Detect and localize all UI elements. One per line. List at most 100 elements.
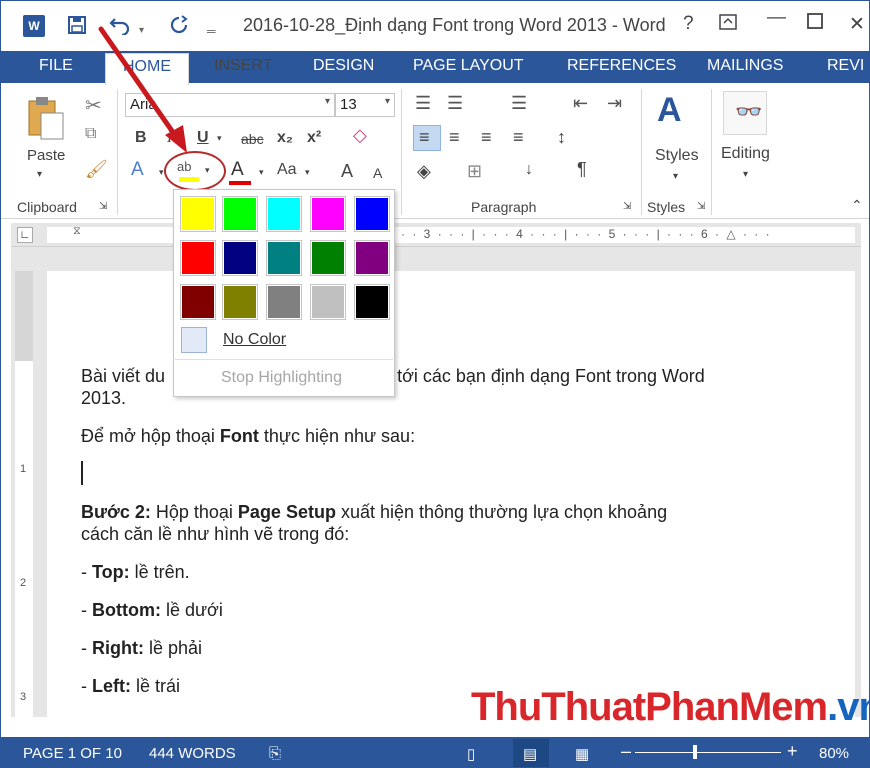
ribbon-display-options-icon[interactable]	[719, 13, 737, 37]
tab-file[interactable]: FILE	[39, 57, 73, 75]
list-item[interactable]: - Bottom: lề dưới	[81, 599, 223, 621]
tab-review[interactable]: REVI	[827, 57, 864, 75]
color-swatch[interactable]	[180, 240, 216, 276]
align-center-icon[interactable]: ≡	[449, 127, 460, 148]
zoom-level[interactable]: 80%	[819, 745, 849, 762]
divider	[401, 89, 402, 215]
color-swatch[interactable]	[180, 284, 216, 320]
clear-formatting-icon[interactable]: ◇	[353, 125, 367, 146]
paragraph-intro-line2[interactable]: 2013.	[81, 387, 126, 409]
styles-dropdown-icon[interactable]: ▾	[673, 171, 678, 182]
font-color-button[interactable]: A	[231, 159, 244, 181]
word-logo-icon[interactable]: W	[23, 15, 45, 37]
format-painter-icon[interactable]: 🖌	[85, 159, 108, 180]
save-icon[interactable]	[67, 15, 87, 39]
bold-text: Page Setup	[237, 502, 336, 522]
font-color-dropdown-icon[interactable]: ▾	[259, 167, 264, 178]
styles-icon[interactable]: A	[657, 91, 682, 130]
color-swatch[interactable]	[266, 196, 302, 232]
proofing-icon[interactable]: ⎘	[269, 745, 281, 762]
justify-icon[interactable]: ≡	[513, 127, 524, 148]
editing-button[interactable]: Editing	[721, 145, 770, 163]
numbering-icon[interactable]: ☰	[447, 93, 463, 114]
list-item[interactable]: - Right: lề phải	[81, 637, 202, 659]
list-item[interactable]: - Left: lề trái	[81, 675, 180, 697]
collapse-ribbon-icon[interactable]: ⌃	[851, 197, 863, 214]
zoom-in-button[interactable]: +	[787, 741, 798, 762]
paragraph-step2[interactable]: Bước 2: Hộp thoại Page Setup xuất hiện t…	[81, 501, 667, 523]
bold-text: Font	[219, 426, 259, 446]
tab-selector-icon[interactable]: ∟	[17, 227, 33, 243]
paste-label[interactable]: Paste	[27, 147, 65, 164]
underline-dropdown-icon[interactable]: ▾	[217, 133, 222, 144]
list-item[interactable]: - Top: lề trên.	[81, 561, 190, 583]
no-color-option[interactable]: No Color	[223, 331, 286, 349]
tab-references[interactable]: REFERENCES	[567, 57, 676, 75]
tab-design[interactable]: DESIGN	[313, 57, 374, 75]
color-swatch[interactable]	[310, 240, 346, 276]
color-swatch[interactable]	[266, 284, 302, 320]
change-case-button[interactable]: Aa	[277, 161, 297, 179]
help-button[interactable]: ?	[683, 13, 694, 35]
paste-icon[interactable]	[27, 95, 67, 148]
zoom-slider-track[interactable]	[635, 752, 781, 753]
paragraph-font-dialog[interactable]: Để mở hộp thoại Font thực hiện như sau:	[81, 425, 415, 447]
sort-icon[interactable]: ↓	[525, 161, 533, 179]
web-layout-icon[interactable]: ▦	[575, 745, 589, 763]
line-spacing-icon[interactable]: ↕	[557, 127, 566, 148]
bullets-icon[interactable]: ☰	[415, 93, 431, 114]
maximize-icon[interactable]	[807, 13, 823, 35]
color-swatch[interactable]	[354, 284, 390, 320]
color-swatch[interactable]	[180, 196, 216, 232]
paste-dropdown-icon[interactable]: ▾	[37, 169, 42, 180]
decrease-indent-icon[interactable]: ⇤	[573, 93, 588, 114]
zoom-slider-thumb[interactable]	[693, 745, 697, 759]
tab-mailings[interactable]: MAILINGS	[707, 57, 783, 75]
no-color-swatch[interactable]	[181, 327, 207, 353]
increase-indent-icon[interactable]: ⇥	[607, 93, 622, 114]
print-layout-icon: ▤	[523, 746, 538, 763]
minimize-icon[interactable]: —	[767, 7, 786, 29]
color-swatch[interactable]	[354, 240, 390, 276]
close-icon[interactable]: ✕	[849, 13, 865, 36]
strikethrough-button[interactable]: abc	[241, 131, 264, 147]
editing-dropdown-icon[interactable]: ▾	[743, 169, 748, 180]
color-swatch[interactable]	[222, 284, 258, 320]
color-swatch[interactable]	[310, 196, 346, 232]
read-mode-icon[interactable]: ▯	[467, 745, 475, 763]
watermark-part: .vn	[827, 685, 869, 729]
zoom-out-button[interactable]: –	[621, 741, 631, 762]
clipboard-launcher-icon[interactable]: ⇲	[99, 201, 107, 212]
customize-qat-icon[interactable]: ═	[207, 21, 216, 41]
indent-marker-icon[interactable]: ⧖	[73, 225, 81, 238]
font-size-combo[interactable]: 13 ▾	[335, 93, 395, 117]
grow-font-button[interactable]: A	[341, 161, 353, 182]
color-swatch[interactable]	[222, 196, 258, 232]
paragraph-step2-line2[interactable]: cách căn lề như hình vẽ trong đó:	[81, 523, 349, 545]
subscript-button[interactable]: x₂	[277, 129, 293, 147]
color-swatch[interactable]	[222, 240, 258, 276]
color-swatch[interactable]	[266, 240, 302, 276]
styles-button[interactable]: Styles	[655, 147, 699, 165]
tab-page-layout[interactable]: PAGE LAYOUT	[413, 57, 524, 75]
color-swatch[interactable]	[354, 196, 390, 232]
show-hide-button[interactable]: ¶	[577, 159, 587, 180]
superscript-button[interactable]: x²	[307, 129, 321, 147]
paragraph-launcher-icon[interactable]: ⇲	[623, 201, 631, 212]
tab-insert[interactable]: INSERT	[214, 57, 272, 75]
align-right-icon[interactable]: ≡	[481, 127, 492, 148]
styles-launcher-icon[interactable]: ⇲	[697, 201, 705, 212]
word-count[interactable]: 444 WORDS	[149, 745, 236, 762]
picker-divider	[175, 359, 393, 360]
multilevel-list-icon[interactable]: ☰	[511, 93, 527, 114]
shrink-font-button[interactable]: A	[373, 165, 382, 181]
shading-icon[interactable]: ◈	[417, 161, 431, 182]
stop-highlighting-option[interactable]: Stop Highlighting	[221, 369, 342, 387]
page-count[interactable]: PAGE 1 OF 10	[23, 745, 122, 762]
text-effects-button[interactable]: A	[131, 159, 144, 181]
borders-icon[interactable]: ⊞	[467, 161, 482, 182]
text-effects-dropdown-icon[interactable]: ▾	[159, 167, 164, 178]
color-swatch[interactable]	[310, 284, 346, 320]
chevron-down-icon: ▾	[384, 96, 390, 107]
change-case-dropdown-icon[interactable]: ▾	[305, 167, 310, 178]
